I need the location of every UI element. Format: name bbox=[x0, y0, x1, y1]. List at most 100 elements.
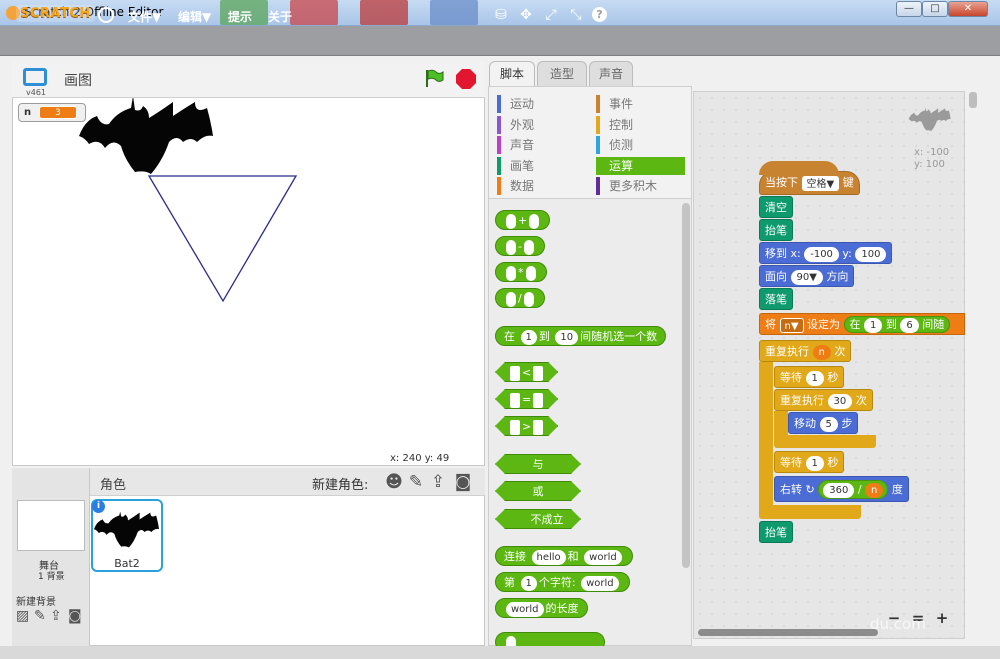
presentation-mode-button[interactable] bbox=[23, 68, 47, 86]
green-flag-icon[interactable] bbox=[424, 68, 444, 88]
pen-down-block[interactable]: 落笔 bbox=[759, 288, 793, 310]
palette-blocks: + - * / 在 1到 10 间随机选一个数 < = > 与 或 不成立 连接 … bbox=[489, 200, 679, 646]
stage-thumbnail[interactable] bbox=[17, 500, 85, 551]
or-block[interactable]: 或 bbox=[495, 481, 581, 501]
join-block[interactable]: 连接 hello 和 world bbox=[495, 546, 633, 566]
tab-costumes[interactable]: 造型 bbox=[537, 61, 587, 87]
close-button[interactable]: ✕ bbox=[948, 1, 988, 17]
info-icon[interactable]: i bbox=[92, 500, 105, 513]
mod-block[interactable] bbox=[495, 632, 605, 646]
drawn-triangle bbox=[147, 175, 298, 303]
random-block[interactable]: 在 1到 10 间随机选一个数 bbox=[495, 326, 667, 346]
duplicate-stamp-icon[interactable]: ⛁ bbox=[492, 7, 510, 23]
category-画笔[interactable]: 画笔 bbox=[497, 156, 585, 175]
paint-backdrop-icon[interactable]: ✎ bbox=[34, 608, 46, 624]
sprite-x-readout: x: -100 bbox=[914, 147, 950, 158]
add-block[interactable]: + bbox=[495, 210, 551, 230]
category-控制[interactable]: 控制 bbox=[596, 115, 685, 134]
menu-tips[interactable]: 提示 bbox=[228, 8, 252, 25]
category-list-right: 事件控制侦测运算更多积木 bbox=[596, 95, 685, 198]
category-侦测[interactable]: 侦测 bbox=[596, 136, 685, 154]
menu-file[interactable]: 文件▼ bbox=[128, 8, 161, 25]
scroll-thumb[interactable] bbox=[969, 92, 977, 108]
set-variable-block[interactable]: 将 n▼ 设定为 在 1 到 6 间随 bbox=[759, 313, 965, 335]
letter-of-block[interactable]: 第 1 个字符: world bbox=[495, 572, 630, 592]
wait-block[interactable]: 等待 1 秒 bbox=[774, 366, 845, 388]
tab-scripts[interactable]: 脚本 bbox=[489, 61, 535, 87]
upload-icon[interactable]: ⇪ bbox=[428, 472, 448, 492]
taskbar-thumbnail bbox=[430, 0, 478, 25]
camera-backdrop-icon[interactable]: ◙ bbox=[68, 608, 82, 624]
move-steps-block[interactable]: 移动 5 步 bbox=[788, 412, 859, 434]
maximize-button[interactable]: □ bbox=[922, 1, 948, 17]
upload-backdrop-icon[interactable]: ⇪ bbox=[50, 608, 62, 624]
menu-about[interactable]: 关于 bbox=[268, 8, 292, 25]
hat-cap bbox=[759, 161, 839, 175]
pen-up-block-2[interactable]: 抬笔 bbox=[759, 521, 793, 543]
greater-than-block[interactable]: > bbox=[495, 416, 558, 436]
clear-block[interactable]: 清空 bbox=[759, 196, 793, 218]
length-block[interactable]: world 的长度 bbox=[495, 598, 588, 618]
scratch-logo[interactable]: SCRATCH bbox=[16, 5, 95, 22]
bat-thumb-icon bbox=[93, 511, 160, 548]
subtract-block[interactable]: - bbox=[495, 236, 545, 256]
not-block[interactable]: 不成立 bbox=[495, 509, 581, 529]
wait-block-2[interactable]: 等待 1 秒 bbox=[774, 451, 845, 473]
repeat-arm bbox=[759, 362, 773, 517]
tab-sounds[interactable]: 声音 bbox=[589, 61, 633, 87]
stop-icon[interactable] bbox=[456, 69, 476, 89]
current-sprite-icon bbox=[908, 107, 951, 132]
divide-block[interactable]: / bbox=[495, 288, 545, 308]
paint-brush-icon[interactable]: ✎ bbox=[406, 472, 426, 492]
category-运算[interactable]: 运算 bbox=[596, 156, 685, 175]
version-label: v461 bbox=[26, 88, 47, 97]
repeat-30-block[interactable]: 重复执行 30 次 bbox=[774, 389, 873, 411]
sprite-library-icon[interactable]: ☻ bbox=[384, 472, 404, 492]
pen-up-block[interactable]: 抬笔 bbox=[759, 219, 793, 241]
scripts-vertical-scrollbar[interactable] bbox=[968, 90, 978, 640]
delete-cut-icon[interactable]: ✥ bbox=[517, 7, 535, 23]
backdrop-library-icon[interactable]: ▨ bbox=[16, 608, 29, 624]
variable-name: n bbox=[24, 107, 32, 118]
backdrop-count: 1 背景 bbox=[38, 572, 65, 582]
go-to-xy-block[interactable]: 移到 x: -100 y: 100 bbox=[759, 242, 893, 264]
turn-right-block[interactable]: 右转 ↻ 360 / n 度 bbox=[774, 476, 909, 502]
scripts-horizontal-scrollbar[interactable] bbox=[698, 629, 878, 636]
stage-canvas[interactable] bbox=[13, 98, 484, 450]
minimize-button[interactable]: — bbox=[896, 1, 922, 17]
repeat-block[interactable]: 重复执行 n 次 bbox=[759, 340, 852, 362]
taskbar-thumbnail bbox=[360, 0, 408, 25]
sprite-name: Bat2 bbox=[114, 557, 140, 570]
watermark: du.com bbox=[870, 615, 926, 633]
palette-scrollbar[interactable] bbox=[682, 203, 690, 568]
equals-block[interactable]: = bbox=[495, 389, 558, 409]
zoom-in-icon[interactable]: + bbox=[932, 608, 952, 628]
sprites-title: 角色 bbox=[100, 478, 127, 493]
category-声音[interactable]: 声音 bbox=[497, 136, 585, 154]
camera-icon[interactable]: ◙ bbox=[453, 472, 473, 492]
repeat-end bbox=[759, 505, 861, 519]
menu-bar bbox=[0, 26, 1000, 56]
bat-sprite bbox=[79, 98, 213, 174]
less-than-block[interactable]: < bbox=[495, 362, 558, 382]
menu-edit[interactable]: 编辑▼ bbox=[178, 8, 211, 25]
project-title[interactable]: 画图 bbox=[64, 70, 92, 90]
category-更多积木[interactable]: 更多积木 bbox=[596, 177, 685, 195]
grow-icon[interactable]: ⤢ bbox=[542, 7, 560, 23]
help-icon[interactable]: ? bbox=[592, 7, 607, 22]
and-block[interactable]: 与 bbox=[495, 454, 581, 474]
sprite-y-readout: y: 100 bbox=[914, 159, 945, 170]
category-数据[interactable]: 数据 bbox=[497, 177, 585, 195]
repeat-30-end bbox=[774, 435, 876, 448]
category-运动[interactable]: 运动 bbox=[497, 95, 585, 113]
category-list-left: 运动外观声音画笔数据 bbox=[497, 95, 585, 198]
category-事件[interactable]: 事件 bbox=[596, 95, 685, 113]
new-backdrop-label: 新建背景 bbox=[16, 597, 56, 608]
shrink-icon[interactable]: ⤡ bbox=[567, 7, 585, 23]
new-sprite-label: 新建角色: bbox=[312, 478, 369, 493]
category-外观[interactable]: 外观 bbox=[497, 115, 585, 134]
multiply-block[interactable]: * bbox=[495, 262, 547, 282]
window-bottom-edge bbox=[0, 646, 1000, 659]
globe-icon[interactable] bbox=[98, 7, 114, 23]
point-in-direction-block[interactable]: 面向 90▼ 方向 bbox=[759, 265, 855, 287]
